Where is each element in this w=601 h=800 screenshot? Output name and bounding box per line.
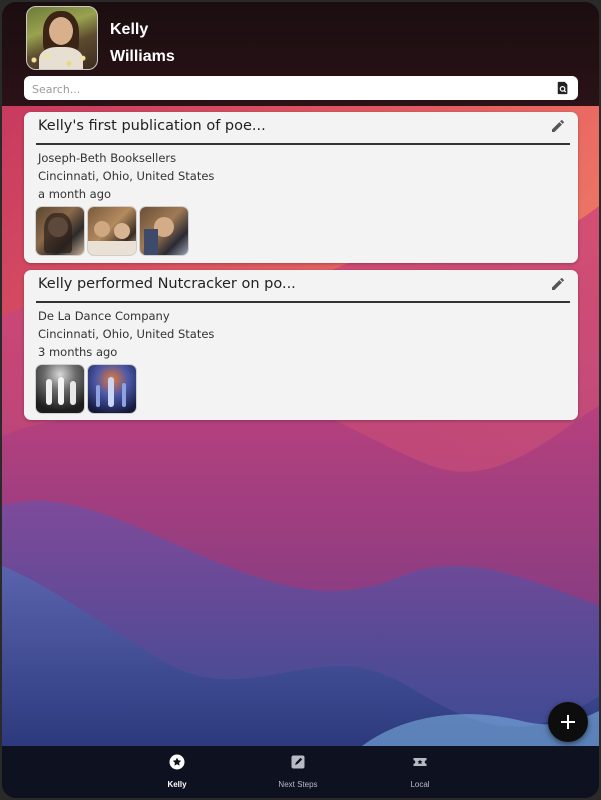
pencil-icon[interactable] — [550, 118, 566, 134]
profile-name: Kelly Williams — [110, 16, 175, 70]
post-time: a month ago — [38, 187, 112, 201]
ticket-icon — [413, 758, 427, 766]
profile-header: Kelly Williams — [2, 2, 599, 106]
profile-last-name: Williams — [110, 48, 175, 65]
nav-item-kelly[interactable]: Kelly — [137, 752, 217, 791]
photo-strip — [36, 365, 136, 413]
photo-thumbnail[interactable] — [88, 207, 136, 255]
post-venue: De La Dance Company — [38, 309, 170, 323]
bottom-navigation: Kelly Next Steps Local — [2, 746, 599, 798]
post-title[interactable]: Kelly's first publication of poe... — [38, 118, 266, 134]
nav-label: Next Steps — [278, 780, 318, 789]
avatar[interactable] — [26, 6, 98, 70]
nav-label: Kelly — [167, 780, 187, 789]
post-venue: Joseph-Beth Booksellers — [38, 151, 177, 165]
title-divider — [36, 143, 570, 145]
nav-label: Local — [410, 780, 430, 789]
post-card[interactable]: Kelly's first publication of poe... Jose… — [24, 112, 578, 263]
photo-strip — [36, 207, 188, 255]
add-post-button[interactable] — [548, 702, 588, 742]
photo-thumbnail[interactable] — [36, 207, 84, 255]
post-card[interactable]: Kelly performed Nutcracker on po... De L… — [24, 270, 578, 420]
photo-thumbnail[interactable] — [36, 365, 84, 413]
post-time: 3 months ago — [38, 345, 118, 359]
search-bar — [24, 76, 578, 100]
post-title[interactable]: Kelly performed Nutcracker on po... — [38, 276, 296, 292]
star-icon — [169, 754, 185, 770]
search-input[interactable] — [30, 79, 554, 99]
photo-thumbnail[interactable] — [140, 207, 188, 255]
title-divider — [36, 301, 570, 303]
photo-thumbnail[interactable] — [88, 365, 136, 413]
edit-note-icon — [291, 755, 305, 769]
pencil-icon[interactable] — [550, 276, 566, 292]
app-frame: Kelly Williams Search... Kelly's first p… — [2, 2, 599, 798]
nav-item-local[interactable]: Local — [380, 752, 460, 791]
nav-item-next-steps[interactable]: Next Steps — [258, 752, 338, 791]
post-location: Cincinnati, Ohio, United States — [38, 327, 215, 341]
profile-first-name: Kelly — [110, 21, 149, 38]
search-icon[interactable] — [556, 81, 570, 95]
post-location: Cincinnati, Ohio, United States — [38, 169, 215, 183]
